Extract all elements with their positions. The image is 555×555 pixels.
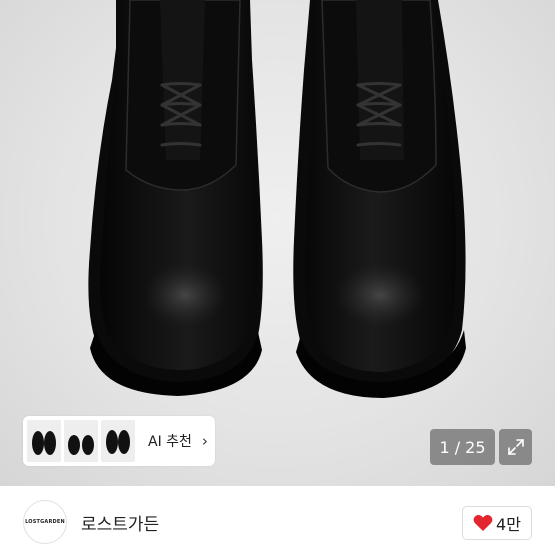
shop-name[interactable]: 로스트가든 (81, 510, 159, 535)
right-shoe (293, 0, 466, 398)
thumbnail-shoe-icon (106, 430, 130, 454)
shop-logo[interactable]: LOSTGARDEN (23, 500, 67, 544)
shoes-illustration (88, 0, 466, 398)
like-count: 4만 (496, 515, 521, 534)
expand-icon (507, 439, 524, 455)
expand-button[interactable] (499, 429, 532, 465)
shop-logo-text: LOSTGARDEN (25, 519, 65, 525)
recommend-thumbnail-1[interactable] (27, 420, 61, 462)
ai-recommend-card[interactable]: AI 추천 › (23, 416, 215, 466)
product-page: AI 추천 › 1 / 25 LOSTGARDEN 로스트가든 4만 (0, 0, 555, 555)
like-button[interactable]: 4만 (462, 506, 532, 540)
recommend-thumbnail-3[interactable] (101, 420, 135, 462)
thumbnail-shoe-icon (68, 435, 94, 455)
shop-bar: LOSTGARDEN 로스트가든 4만 (0, 486, 555, 555)
thumbnail-shoe-icon (32, 431, 56, 455)
heart-icon (473, 514, 493, 531)
product-photo[interactable] (0, 0, 555, 486)
image-counter: 1 / 25 (430, 429, 495, 465)
left-shoe (88, 0, 263, 396)
ai-recommend-label: AI 추천 (148, 434, 192, 450)
chevron-right-icon: › (201, 432, 208, 450)
recommend-thumbnail-2[interactable] (64, 420, 98, 462)
